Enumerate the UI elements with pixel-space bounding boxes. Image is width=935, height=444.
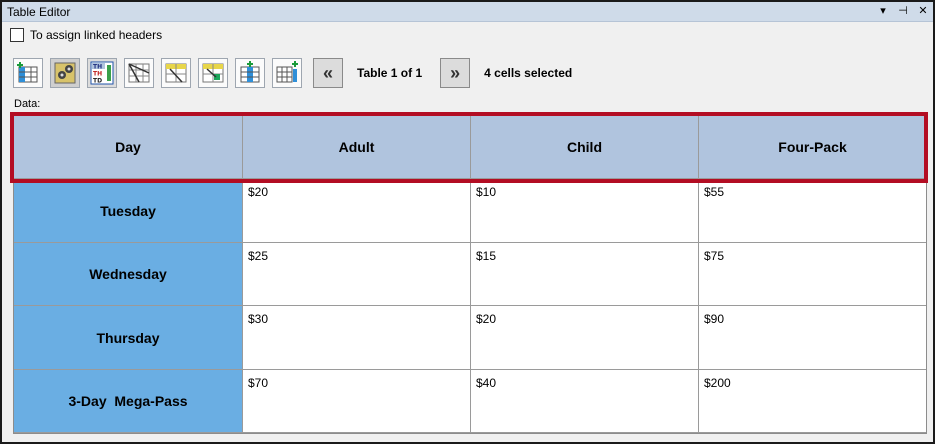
data-label: Data: bbox=[14, 98, 41, 110]
data-table: Day Adult Child Four-Pack Tuesday $20 $1… bbox=[13, 114, 927, 434]
table-cell[interactable]: $90 bbox=[699, 306, 926, 370]
linked-headers-label: To assign linked headers bbox=[30, 28, 163, 42]
insert-table-icon bbox=[17, 62, 38, 83]
row-header[interactable]: Tuesday bbox=[14, 179, 243, 243]
header-scope-icon bbox=[165, 63, 187, 83]
table-cell[interactable]: $25 bbox=[243, 243, 471, 306]
row-header[interactable]: Thursday bbox=[14, 306, 243, 370]
title-bar: Table Editor ▾ ⊣ ✕ bbox=[2, 2, 933, 22]
column-header[interactable]: Day bbox=[14, 115, 243, 179]
table-cell[interactable]: $15 bbox=[471, 243, 699, 306]
table-cell[interactable]: $200 bbox=[699, 370, 926, 433]
th-label: TH bbox=[93, 64, 102, 71]
window-title: Table Editor bbox=[7, 5, 71, 19]
column-header[interactable]: Adult bbox=[243, 115, 471, 179]
table-cell[interactable]: $10 bbox=[471, 179, 699, 243]
table-cell[interactable]: $70 bbox=[243, 370, 471, 433]
table-cell[interactable]: $40 bbox=[471, 370, 699, 433]
th-td-button[interactable]: TH TH TD bbox=[87, 58, 117, 88]
selection-status: 4 cells selected bbox=[484, 66, 573, 80]
th-label: TH bbox=[93, 71, 102, 78]
linked-headers-option[interactable]: To assign linked headers bbox=[10, 28, 162, 42]
table-count: Table 1 of 1 bbox=[357, 66, 423, 80]
row-header[interactable]: 3-Day Mega-Pass bbox=[14, 370, 243, 433]
linked-header-button[interactable] bbox=[198, 58, 228, 88]
table-cell[interactable]: $20 bbox=[471, 306, 699, 370]
add-column-button[interactable] bbox=[235, 58, 265, 88]
header-scope-button[interactable] bbox=[161, 58, 191, 88]
row-header[interactable]: Wednesday bbox=[14, 243, 243, 306]
linked-headers-checkbox[interactable] bbox=[10, 28, 24, 42]
next-table-button[interactable]: » bbox=[440, 58, 471, 88]
diagonal-header-icon bbox=[128, 63, 150, 83]
table-settings-button[interactable] bbox=[50, 58, 80, 88]
table-editor-window: Table Editor ▾ ⊣ ✕ To assign linked head… bbox=[0, 0, 935, 444]
table-settings-icon bbox=[54, 62, 76, 84]
td-label: TD bbox=[93, 78, 102, 85]
th-td-icon: TH TH TD bbox=[90, 61, 114, 85]
column-header[interactable]: Four-Pack bbox=[699, 115, 926, 179]
add-column-icon bbox=[240, 61, 260, 83]
dropdown-icon[interactable]: ▾ bbox=[877, 4, 889, 17]
add-row-icon bbox=[276, 61, 298, 83]
table-cell[interactable]: $75 bbox=[699, 243, 926, 306]
insert-table-button[interactable] bbox=[13, 58, 43, 88]
column-header[interactable]: Child bbox=[471, 115, 699, 179]
toolbar: TH TH TD « Table 1 of 1 » 4 cells select… bbox=[13, 57, 572, 89]
window-controls: ▾ ⊣ ✕ bbox=[877, 4, 929, 17]
add-row-button[interactable] bbox=[272, 58, 302, 88]
diagonal-header-button[interactable] bbox=[124, 58, 154, 88]
previous-table-button[interactable]: « bbox=[313, 58, 343, 88]
table-cell[interactable]: $30 bbox=[243, 306, 471, 370]
table-cell[interactable]: $55 bbox=[699, 179, 926, 243]
table-cell[interactable]: $20 bbox=[243, 179, 471, 243]
pin-icon[interactable]: ⊣ bbox=[897, 4, 909, 17]
close-icon[interactable]: ✕ bbox=[917, 4, 929, 17]
linked-header-icon bbox=[202, 63, 224, 83]
